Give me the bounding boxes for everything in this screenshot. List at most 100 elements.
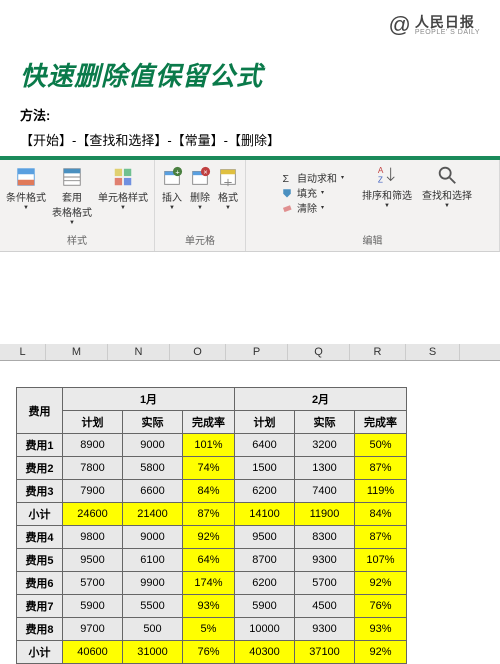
cell-actual[interactable]: 4500 (295, 595, 355, 618)
chevron-down-icon: ▼ (169, 205, 175, 211)
cell-actual[interactable]: 8300 (295, 526, 355, 549)
cell-plan[interactable]: 24600 (63, 503, 123, 526)
clear-button[interactable]: 清除 ▾ (281, 200, 344, 215)
cell-plan[interactable]: 8900 (63, 434, 123, 457)
find-select-button[interactable]: 查找和选择 ▼ (422, 164, 472, 209)
chevron-down-icon: ▾ (341, 174, 344, 181)
cell-rate[interactable]: 174% (183, 572, 235, 595)
row-label: 费用7 (17, 595, 63, 618)
cell-rate[interactable]: 5% (183, 618, 235, 641)
cell-plan[interactable]: 9500 (235, 526, 295, 549)
cell-plan[interactable]: 6200 (235, 572, 295, 595)
chevron-down-icon: ▾ (321, 204, 324, 211)
brand-logo: @ 人民日报 PEOPLE' S DAILY (389, 12, 480, 38)
format-icon (217, 166, 239, 188)
col-header[interactable]: N (108, 344, 170, 360)
worksheet-area[interactable]: L M N O P Q R S 费用 1月 2月 计划 实际 完成率 计划 (0, 344, 500, 664)
cell-rate[interactable]: 92% (355, 572, 407, 595)
cell-plan[interactable]: 7900 (63, 480, 123, 503)
chevron-down-icon: ▼ (69, 220, 75, 226)
cell-plan[interactable]: 14100 (235, 503, 295, 526)
cell-actual[interactable]: 9300 (295, 618, 355, 641)
col-header[interactable]: R (350, 344, 406, 360)
table-row: 费用49800900092%9500830087% (17, 526, 407, 549)
cell-actual[interactable]: 6600 (123, 480, 183, 503)
autosum-button[interactable]: Σ 自动求和 ▾ (281, 170, 344, 185)
cell-plan[interactable]: 8700 (235, 549, 295, 572)
cell-actual[interactable]: 5500 (123, 595, 183, 618)
cell-actual[interactable]: 9900 (123, 572, 183, 595)
insert-button[interactable]: + 插入 ▼ (161, 166, 183, 211)
col-header[interactable]: L (0, 344, 46, 360)
cell-rate[interactable]: 76% (183, 641, 235, 664)
cell-plan[interactable]: 6400 (235, 434, 295, 457)
cell-plan[interactable]: 1500 (235, 457, 295, 480)
conditional-format-label: 条件格式 (6, 189, 46, 204)
logo-cn: 人民日报 (415, 15, 480, 29)
cell-rate[interactable]: 92% (355, 641, 407, 664)
cell-plan[interactable]: 6200 (235, 480, 295, 503)
cell-plan[interactable]: 9800 (63, 526, 123, 549)
table-format-button[interactable]: 套用 表格格式 ▼ (52, 166, 92, 226)
cell-actual[interactable]: 5800 (123, 457, 183, 480)
table-row: 费用189009000101%6400320050% (17, 434, 407, 457)
col-header[interactable]: S (406, 344, 460, 360)
cell-rate[interactable]: 64% (183, 549, 235, 572)
cell-plan[interactable]: 9500 (63, 549, 123, 572)
cell-actual[interactable]: 6100 (123, 549, 183, 572)
cell-rate[interactable]: 92% (183, 526, 235, 549)
format-button[interactable]: 格式 ▼ (217, 166, 239, 211)
col-header[interactable]: M (46, 344, 108, 360)
svg-text:Z: Z (378, 175, 383, 184)
cell-actual[interactable]: 500 (123, 618, 183, 641)
cell-rate[interactable]: 87% (183, 503, 235, 526)
conditional-format-button[interactable]: 条件格式 ▼ (6, 166, 46, 211)
cell-plan[interactable]: 9700 (63, 618, 123, 641)
cell-actual[interactable]: 5700 (295, 572, 355, 595)
table-corner: 费用 (17, 388, 63, 434)
cell-plan[interactable]: 40600 (63, 641, 123, 664)
cell-actual[interactable]: 9000 (123, 434, 183, 457)
cell-plan[interactable]: 10000 (235, 618, 295, 641)
col-header[interactable]: P (226, 344, 288, 360)
search-icon (436, 164, 458, 186)
cell-plan[interactable]: 40300 (235, 641, 295, 664)
cell-rate[interactable]: 119% (355, 480, 407, 503)
col-header[interactable]: Q (288, 344, 350, 360)
chevron-down-icon: ▼ (444, 203, 450, 209)
cell-plan[interactable]: 5900 (235, 595, 295, 618)
cell-plan[interactable]: 7800 (63, 457, 123, 480)
cell-actual[interactable]: 11900 (295, 503, 355, 526)
data-table[interactable]: 费用 1月 2月 计划 实际 完成率 计划 实际 完成率 费用189009000… (16, 387, 407, 664)
cell-actual[interactable]: 1300 (295, 457, 355, 480)
cell-rate[interactable]: 76% (355, 595, 407, 618)
sort-filter-button[interactable]: AZ 排序和筛选 ▼ (362, 164, 412, 209)
cell-actual[interactable]: 7400 (295, 480, 355, 503)
svg-text:Σ: Σ (282, 172, 289, 183)
cell-rate[interactable]: 50% (355, 434, 407, 457)
cell-rate[interactable]: 101% (183, 434, 235, 457)
col-header[interactable]: O (170, 344, 226, 360)
cell-style-button[interactable]: 单元格样式 ▼ (98, 166, 148, 211)
cell-actual[interactable]: 9300 (295, 549, 355, 572)
cell-rate[interactable]: 84% (355, 503, 407, 526)
cell-rate[interactable]: 93% (183, 595, 235, 618)
cell-rate[interactable]: 84% (183, 480, 235, 503)
cell-rate[interactable]: 74% (183, 457, 235, 480)
cell-actual[interactable]: 37100 (295, 641, 355, 664)
cell-plan[interactable]: 5900 (63, 595, 123, 618)
cell-plan[interactable]: 5700 (63, 572, 123, 595)
cell-actual[interactable]: 9000 (123, 526, 183, 549)
fill-button[interactable]: 填充 ▾ (281, 185, 344, 200)
cell-rate[interactable]: 93% (355, 618, 407, 641)
cell-actual[interactable]: 21400 (123, 503, 183, 526)
cell-actual[interactable]: 31000 (123, 641, 183, 664)
insert-label: 插入 (162, 189, 182, 204)
cell-rate[interactable]: 87% (355, 457, 407, 480)
cell-rate[interactable]: 107% (355, 549, 407, 572)
cell-style-icon (112, 166, 134, 188)
sigma-icon: Σ (281, 172, 293, 184)
delete-button[interactable]: × 删除 ▼ (189, 166, 211, 211)
cell-rate[interactable]: 87% (355, 526, 407, 549)
cell-actual[interactable]: 3200 (295, 434, 355, 457)
